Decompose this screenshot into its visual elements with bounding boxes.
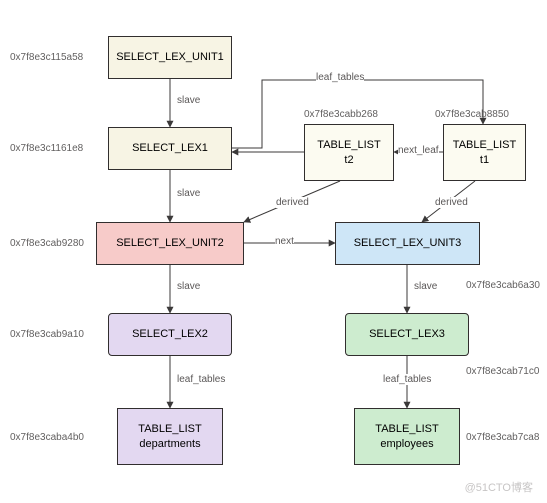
watermark: @51CTO博客 (465, 479, 533, 495)
edge-label-slave: slave (177, 281, 200, 292)
addr-lex3: 0x7f8e3cab71c0 (466, 366, 539, 377)
edge-label-slave: slave (177, 188, 200, 199)
node-label: TABLE_LIST (453, 138, 516, 152)
node-sublabel: employees (380, 437, 433, 451)
node-lex3: SELECT_LEX3 (345, 313, 469, 356)
node-label: TABLE_LIST (138, 422, 201, 436)
edge-label-next: next (275, 236, 294, 247)
node-sublabel: departments (139, 437, 200, 451)
addr-unit2: 0x7f8e3cab9280 (10, 238, 84, 249)
addr-tl-t2: 0x7f8e3cabb268 (304, 109, 378, 120)
edge-label-leaf-tables: leaf_tables (383, 374, 431, 385)
node-sublabel: t1 (480, 153, 489, 167)
node-tl-dep: TABLE_LIST departments (117, 408, 223, 465)
node-tl-t1: TABLE_LIST t1 (443, 124, 526, 181)
edge-label-leaf-tables: leaf_tables (177, 374, 225, 385)
node-label: TABLE_LIST (375, 422, 438, 436)
addr-unit1: 0x7f8e3c115a58 (10, 52, 83, 63)
node-label: SELECT_LEX_UNIT2 (116, 236, 224, 250)
node-lex1: SELECT_LEX1 (108, 127, 232, 170)
addr-tl-t1: 0x7f8e3cab8850 (435, 109, 509, 120)
addr-tl-dep: 0x7f8e3caba4b0 (10, 432, 84, 443)
addr-unit3: 0x7f8e3cab6a30 (466, 280, 540, 291)
edge-label-slave: slave (177, 95, 200, 106)
node-lex2: SELECT_LEX2 (108, 313, 232, 356)
node-unit2: SELECT_LEX_UNIT2 (96, 222, 244, 265)
edge-label-leaf-tables: leaf_tables (316, 72, 364, 83)
edge-label-slave: slave (414, 281, 437, 292)
node-label: SELECT_LEX1 (132, 141, 208, 155)
addr-lex1: 0x7f8e3c1161e8 (10, 143, 83, 154)
node-label: SELECT_LEX3 (369, 327, 445, 341)
edge-label-derived: derived (435, 197, 468, 208)
node-tl-t2: TABLE_LIST t2 (304, 124, 394, 181)
node-label: SELECT_LEX2 (132, 327, 208, 341)
node-unit3: SELECT_LEX_UNIT3 (335, 222, 480, 265)
node-tl-emp: TABLE_LIST employees (354, 408, 460, 465)
addr-lex2: 0x7f8e3cab9a10 (10, 329, 84, 340)
edge-label-derived: derived (276, 197, 309, 208)
addr-tl-emp: 0x7f8e3cab7ca8 (466, 432, 539, 443)
node-unit1: SELECT_LEX_UNIT1 (108, 36, 232, 79)
node-label: SELECT_LEX_UNIT1 (116, 50, 224, 64)
node-label: SELECT_LEX_UNIT3 (354, 236, 462, 250)
edge-label-next-leaf: next_leaf (398, 145, 439, 156)
node-sublabel: t2 (344, 153, 353, 167)
node-label: TABLE_LIST (317, 138, 380, 152)
